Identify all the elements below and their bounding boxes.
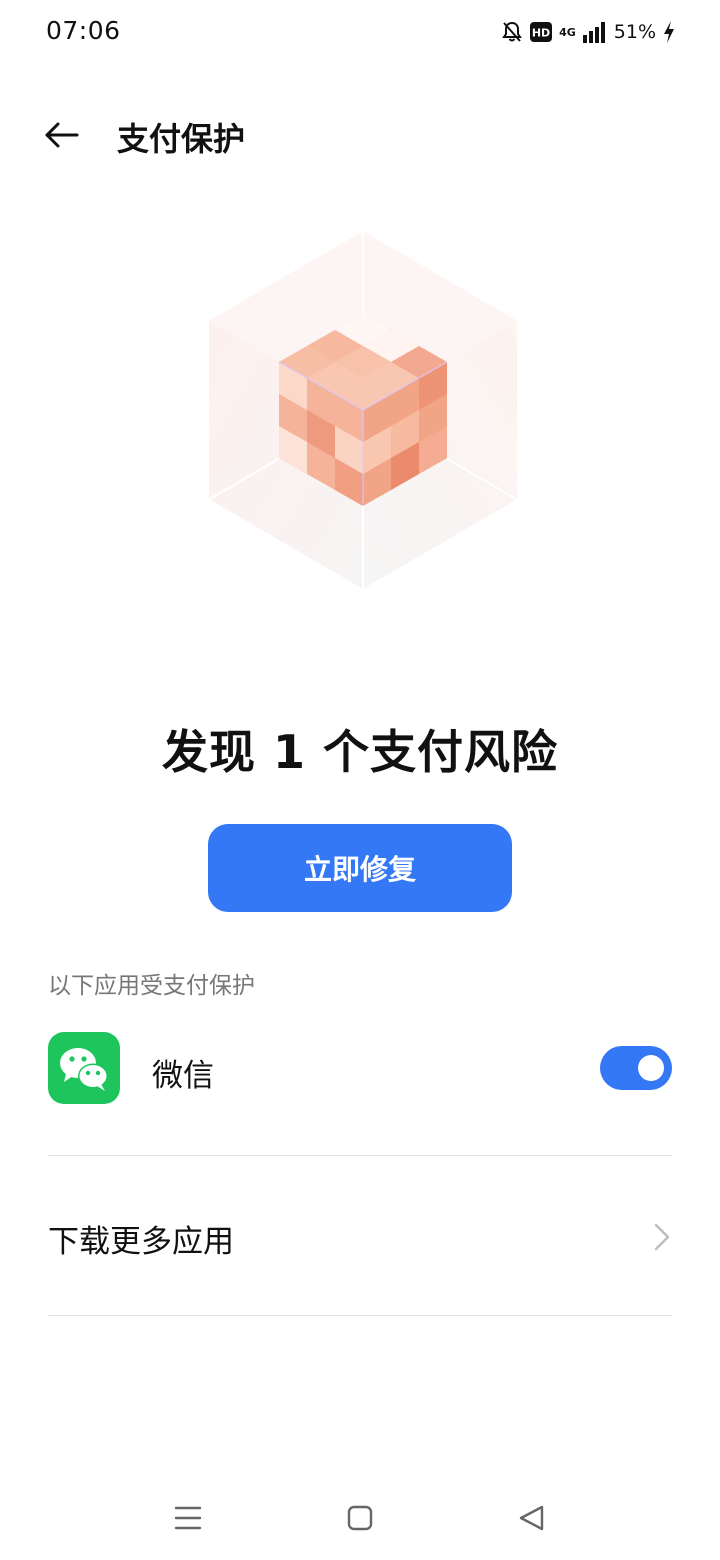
fix-now-button[interactable]: 立即修复 [208,824,512,912]
battery-charging-icon [662,20,676,44]
app-row-wechat: 微信 [48,1030,672,1106]
status-time: 07:06 [46,16,121,45]
section-label: 以下应用受支付保护 [48,973,255,999]
download-more-label: 下载更多应用 [48,1224,234,1260]
download-more-row[interactable]: 下载更多应用 [48,1196,672,1276]
status-bar: 07:06 HD 4G 51% [0,0,720,64]
status-icons: HD 4G 51% [501,18,676,46]
hd-icon: HD [529,21,553,43]
wechat-icon [48,1032,120,1104]
payment-protection-toggle[interactable] [600,1046,672,1090]
divider [48,1155,672,1156]
navigation-bar [0,1480,720,1560]
back-triangle-icon[interactable] [512,1498,552,1538]
divider [48,1315,672,1316]
menu-icon[interactable] [168,1498,208,1538]
risk-title: 发现 1 个支付风险 [161,725,559,779]
signal-icon [582,21,606,43]
header: 支付保护 [0,100,720,172]
app-name: 微信 [152,1058,214,1094]
home-icon[interactable] [340,1498,380,1538]
page-title: 支付保护 [117,120,246,158]
network-label: 4G [559,25,576,39]
chevron-right-icon [652,1222,672,1252]
toggle-knob [638,1055,664,1081]
payment-cube-illustration [196,222,526,592]
back-arrow-icon[interactable] [44,117,80,153]
bell-off-icon [501,20,523,44]
screen: 07:06 HD 4G 51% 支付保护 发现 1 个支付风险 立即修复 以下应… [0,0,720,1560]
battery-percent: 51% [613,21,656,43]
svg-text:HD: HD [532,27,550,40]
